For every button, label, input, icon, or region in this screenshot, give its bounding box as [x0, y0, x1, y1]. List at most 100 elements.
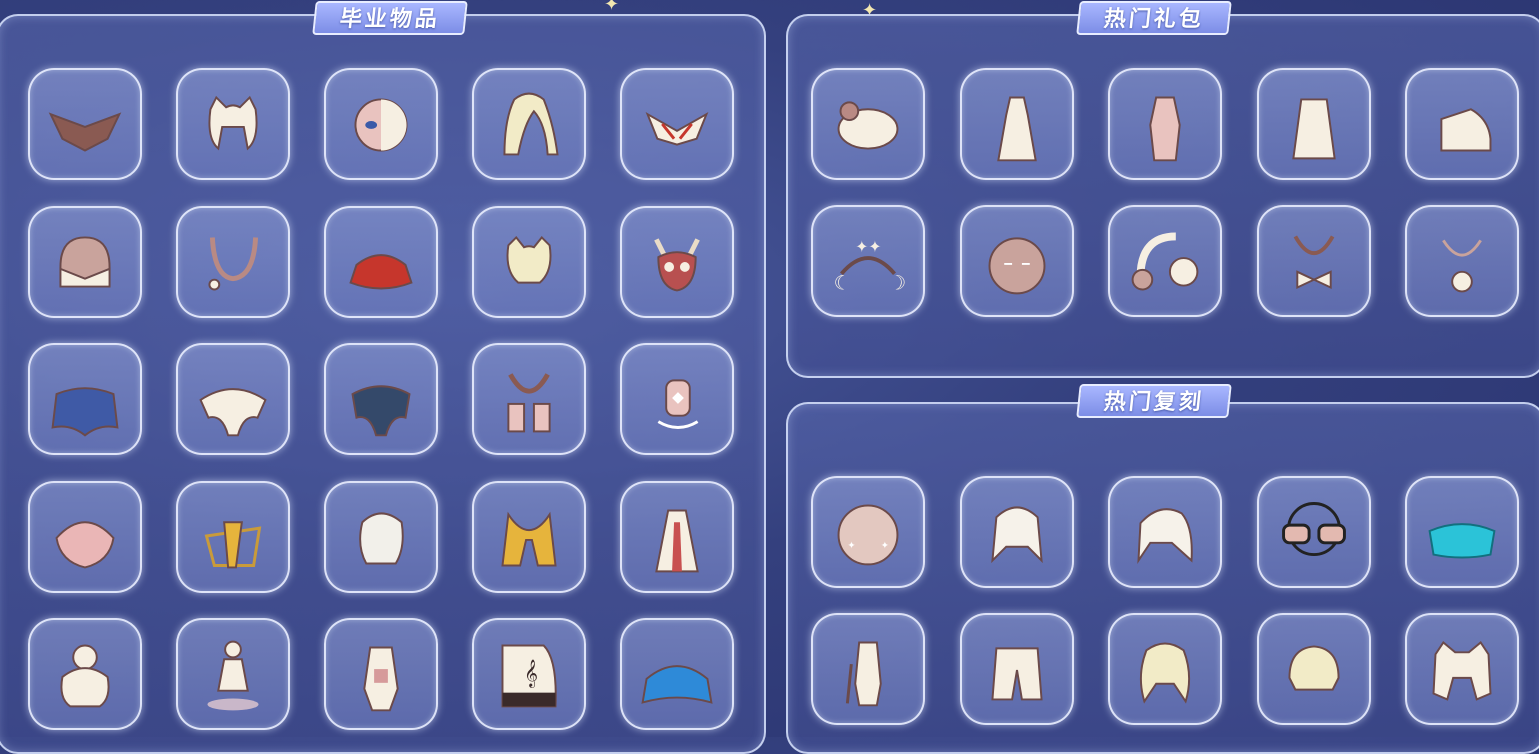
item-slot[interactable]: [1256, 68, 1371, 180]
item-slot[interactable]: [176, 343, 290, 455]
item-slot[interactable]: [176, 205, 290, 318]
item-slot[interactable]: [1405, 205, 1519, 317]
item-slot[interactable]: [472, 205, 586, 318]
graduation-items-tab[interactable]: 毕业物品: [312, 1, 468, 35]
cat-ear-hair-rerun-icon: [1407, 615, 1517, 723]
item-slot[interactable]: [324, 618, 438, 730]
item-slot[interactable]: [176, 68, 290, 180]
item-slot[interactable]: [1108, 68, 1222, 180]
hot-gift-panel: ☾ ☽ ✦✦: [786, 14, 1539, 378]
dark-cape-icon: [326, 345, 436, 453]
item-slot[interactable]: [811, 68, 925, 180]
item-slot[interactable]: ☾ ☽ ✦✦: [811, 205, 925, 317]
item-slot[interactable]: [1108, 476, 1222, 588]
item-slot[interactable]: [28, 343, 142, 455]
item-slot[interactable]: [959, 476, 1074, 588]
shoes-icon: [1407, 70, 1517, 178]
item-slot[interactable]: [959, 205, 1074, 317]
item-slot[interactable]: [811, 613, 925, 725]
white-cape-gift-icon: [1259, 70, 1369, 178]
piano-prop-icon: 𝄞: [474, 620, 584, 728]
item-slot[interactable]: [472, 68, 586, 180]
blue-cape-icon: [30, 345, 140, 453]
item-slot[interactable]: [324, 205, 438, 318]
pink-outfit-icon: [1110, 70, 1220, 178]
hot-rerun-tab[interactable]: 热门复刻: [1076, 384, 1232, 418]
sheep-prop-icon: [813, 70, 923, 178]
hot-gift-tab[interactable]: 热门礼包: [1076, 1, 1232, 35]
item-slot[interactable]: [1256, 613, 1371, 725]
half-mask-icon: [326, 70, 436, 178]
cat-ear-hair-icon: [178, 70, 288, 178]
robe-outfit-icon: [622, 483, 732, 591]
dancer-emote-icon: [178, 620, 288, 728]
shell-cape-icon: [30, 483, 140, 591]
antler-headdress-icon: [622, 70, 732, 178]
item-slot[interactable]: [1256, 476, 1371, 588]
item-slot[interactable]: [620, 480, 734, 593]
hot-rerun-panel: ✦ ✦: [786, 402, 1539, 754]
item-slot[interactable]: [1405, 68, 1519, 180]
necklace-icon: [178, 208, 288, 316]
blush-mask-icon: ✦ ✦: [813, 478, 923, 586]
ponytail-hair-icon: [1110, 478, 1220, 586]
long-hair-icon: [474, 70, 584, 178]
bat-mask-icon: [30, 70, 140, 178]
pants-icon: [962, 615, 1072, 723]
item-slot[interactable]: [472, 343, 586, 455]
red-cape-icon: [326, 208, 436, 316]
svg-text:☽: ☽: [889, 271, 907, 294]
scarf-icon: [474, 345, 584, 453]
lantern-prop-icon: [622, 345, 732, 453]
item-slot[interactable]: [1256, 205, 1371, 317]
item-slot[interactable]: [959, 68, 1074, 180]
item-slot[interactable]: [176, 618, 290, 730]
bun-hair-icon: [30, 620, 140, 728]
svg-text:✦: ✦: [847, 541, 855, 552]
flower-necklace-icon: [1407, 207, 1517, 315]
svg-text:✦✦: ✦✦: [855, 237, 881, 256]
item-slot[interactable]: [1405, 613, 1519, 725]
svg-text:✦: ✦: [881, 541, 889, 552]
item-slot[interactable]: [324, 343, 438, 455]
horn-hair-icon: [474, 208, 584, 316]
item-slot[interactable]: [28, 618, 142, 730]
curly-hair-icon: [1110, 615, 1220, 723]
armor-outfit-icon: [326, 620, 436, 728]
white-cape-icon: [178, 345, 288, 453]
sunglasses-icon: [1259, 478, 1369, 586]
feather-hair-icon: [326, 483, 436, 591]
dress-outfit-icon: [962, 70, 1072, 178]
bob-hair-icon: [1259, 615, 1369, 723]
bow-necklace-icon: [1259, 207, 1369, 315]
graduation-items-panel: 𝄞: [0, 14, 766, 754]
item-slot[interactable]: [28, 480, 142, 593]
item-slot[interactable]: [472, 480, 586, 593]
item-slot[interactable]: [1405, 476, 1519, 588]
outfit-with-cane-icon: [813, 615, 923, 723]
item-slot[interactable]: [324, 480, 438, 593]
item-slot[interactable]: [620, 205, 734, 318]
svg-text:☾: ☾: [834, 271, 852, 294]
item-slot[interactable]: [28, 205, 142, 318]
svg-text:𝄞: 𝄞: [524, 659, 538, 688]
item-slot[interactable]: [620, 343, 734, 455]
headphones-icon: [1110, 207, 1220, 315]
cyan-cape-icon: [622, 620, 732, 728]
item-slot[interactable]: [324, 68, 438, 180]
item-slot[interactable]: 𝄞: [472, 618, 586, 730]
gold-chain-cape-icon: [178, 483, 288, 591]
owl-mask-icon: [622, 208, 732, 316]
star-moon-headband-icon: ☾ ☽ ✦✦: [813, 207, 923, 315]
item-slot[interactable]: [28, 68, 142, 180]
gold-scarf-icon: [474, 483, 584, 591]
twin-tail-hair-icon: [962, 478, 1072, 586]
item-slot[interactable]: [620, 68, 734, 180]
item-slot[interactable]: [1108, 205, 1222, 317]
item-slot[interactable]: [620, 618, 734, 730]
hood-mask-icon: [30, 208, 140, 316]
item-slot[interactable]: [176, 480, 290, 593]
item-slot[interactable]: [1108, 613, 1222, 725]
item-slot[interactable]: ✦ ✦: [811, 476, 925, 588]
item-slot[interactable]: [959, 613, 1074, 725]
